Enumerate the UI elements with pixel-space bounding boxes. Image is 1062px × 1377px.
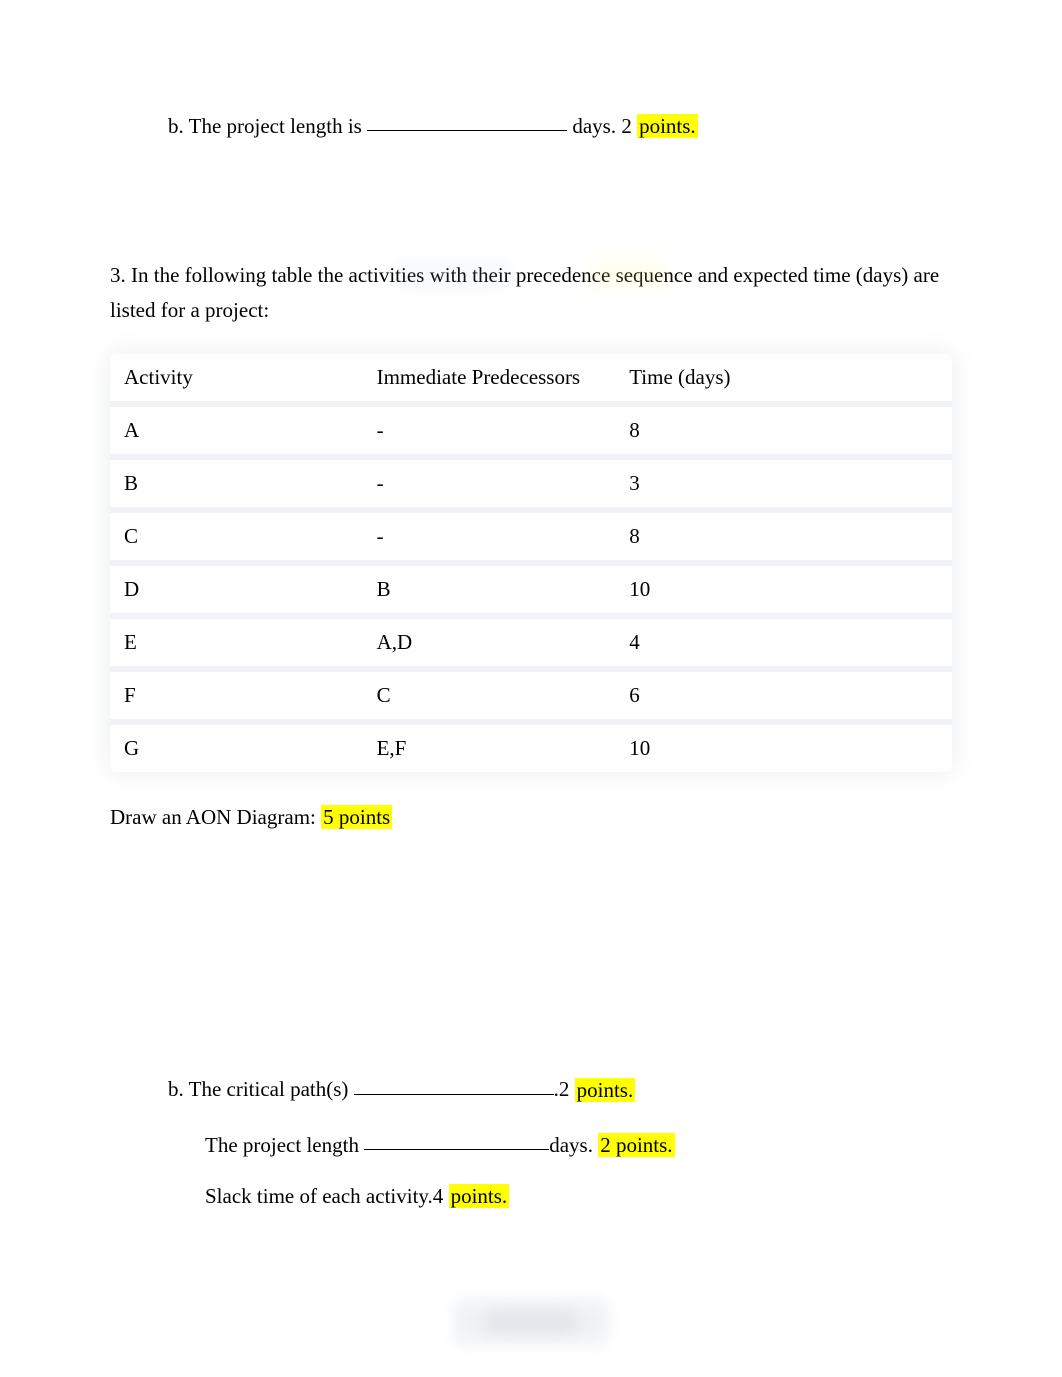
table-row: E A,D 4 — [110, 613, 952, 666]
answer-section: b. The critical path(s) .2 points. The p… — [110, 1073, 952, 1208]
cell-time: 10 — [615, 560, 952, 613]
project-length-prefix: b. The project length is — [168, 114, 367, 138]
project-length-2-prefix: The project length — [205, 1133, 364, 1157]
cell-pred: A,D — [363, 613, 616, 666]
cell-activity: G — [110, 719, 363, 772]
slack-prefix: Slack time of each activity.4 — [205, 1184, 449, 1208]
aon-instruction: Draw an AON Diagram: 5 points — [110, 802, 952, 834]
cell-time: 6 — [615, 666, 952, 719]
project-length-2-suffix: days. — [549, 1133, 598, 1157]
cell-pred: B — [363, 560, 616, 613]
project-length-suffix: days. 2 — [567, 114, 637, 138]
slack-points: points. — [449, 1184, 510, 1208]
project-length-2-points: 2 points. — [598, 1133, 674, 1157]
header-predecessors: Immediate Predecessors — [363, 354, 616, 407]
activity-table: Activity Immediate Predecessors Time (da… — [110, 354, 952, 772]
table-row: D B 10 — [110, 560, 952, 613]
cell-time: 10 — [615, 719, 952, 772]
table-row: C - 8 — [110, 507, 952, 560]
project-length-points: points. — [637, 114, 698, 138]
table-row: F C 6 — [110, 666, 952, 719]
cell-pred: C — [363, 666, 616, 719]
project-length-line: b. The project length is days. 2 points. — [110, 110, 952, 143]
cell-time: 4 — [615, 613, 952, 666]
cell-time: 8 — [615, 407, 952, 454]
project-length-2-blank[interactable] — [364, 1127, 549, 1150]
project-length-blank[interactable] — [367, 108, 567, 131]
critical-path-prefix: b. The critical path(s) — [168, 1078, 354, 1102]
header-time: Time (days) — [615, 354, 952, 407]
cell-activity: B — [110, 454, 363, 507]
cell-time: 3 — [615, 454, 952, 507]
activity-table-wrapper: Activity Immediate Predecessors Time (da… — [110, 354, 952, 772]
critical-path-blank[interactable] — [354, 1071, 554, 1094]
cell-activity: A — [110, 407, 363, 454]
critical-path-line: b. The critical path(s) .2 points. — [110, 1073, 952, 1102]
project-length-line-2: The project length days. 2 points. — [110, 1129, 952, 1158]
question-3-intro: 3. In the following table the activities… — [110, 258, 952, 329]
cell-activity: F — [110, 666, 363, 719]
cell-pred: - — [363, 407, 616, 454]
slack-time-line: Slack time of each activity.4 points. — [110, 1184, 952, 1209]
table-row: B - 3 — [110, 454, 952, 507]
cell-activity: C — [110, 507, 363, 560]
cell-activity: D — [110, 560, 363, 613]
cell-pred: E,F — [363, 719, 616, 772]
cell-pred: - — [363, 507, 616, 560]
critical-path-suffix: .2 — [554, 1078, 575, 1102]
aon-points: 5 points — [321, 805, 392, 829]
cell-pred: - — [363, 454, 616, 507]
table-row: A - 8 — [110, 407, 952, 454]
cell-time: 8 — [615, 507, 952, 560]
blur-artifact — [395, 260, 510, 290]
aon-text: Draw an AON Diagram: — [110, 805, 321, 829]
header-activity: Activity — [110, 354, 363, 407]
footer-watermark — [454, 1297, 609, 1347]
table-row: G E,F 10 — [110, 719, 952, 772]
cell-activity: E — [110, 613, 363, 666]
footer-watermark-inner — [486, 1309, 576, 1335]
blur-artifact — [590, 260, 665, 290]
table-header-row: Activity Immediate Predecessors Time (da… — [110, 354, 952, 407]
critical-path-points: points. — [575, 1078, 636, 1102]
